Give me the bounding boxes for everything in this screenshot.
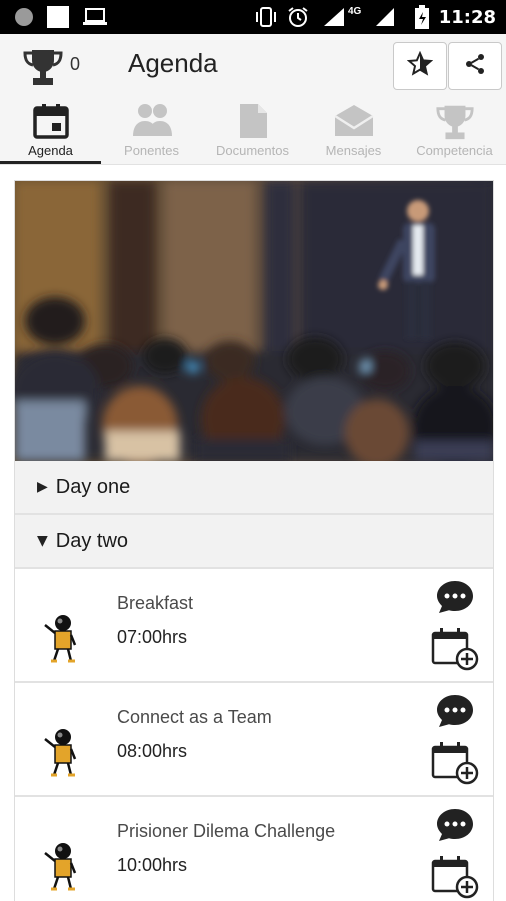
star-icon xyxy=(406,50,434,82)
chat-bubble-icon[interactable] xyxy=(435,693,475,734)
day-two-header[interactable]: ▼ Day two xyxy=(15,515,493,569)
tab-competencia[interactable]: Competencia xyxy=(404,96,505,162)
caret-down-icon: ▼ xyxy=(37,533,48,549)
agenda-content: ▶ Day one ▼ Day two Breakfast 07:00hrs C… xyxy=(14,180,494,901)
tab-label: Mensajes xyxy=(325,143,382,158)
status-bar: 4G 11:28 xyxy=(0,0,506,34)
tab-documentos[interactable]: Documentos xyxy=(202,96,303,162)
session-time: 08:00hrs xyxy=(117,741,188,761)
day-one-header[interactable]: ▶ Day one xyxy=(15,461,493,515)
session-title: Connect as a Team xyxy=(117,707,272,727)
people-icon xyxy=(132,104,172,136)
speaker-figure-icon xyxy=(41,727,81,784)
tab-label: Agenda xyxy=(28,143,73,158)
tab-agenda[interactable]: Agenda xyxy=(0,96,101,164)
add-to-calendar-icon[interactable] xyxy=(431,855,479,901)
tab-label: Competencia xyxy=(416,143,493,158)
trophy-icon xyxy=(435,105,474,140)
session-title: Breakfast xyxy=(117,593,194,613)
add-to-calendar-icon[interactable] xyxy=(431,627,479,676)
laptop-icon xyxy=(82,0,108,34)
day-label: Day one xyxy=(55,475,131,498)
clock-time: 11:28 xyxy=(438,6,496,28)
share-icon xyxy=(463,52,487,81)
notification-dot-icon xyxy=(14,0,34,34)
tab-ponentes[interactable]: Ponentes xyxy=(101,96,202,162)
speaker-figure-icon xyxy=(41,613,81,670)
alarm-icon xyxy=(286,0,310,34)
calendar-icon xyxy=(32,104,69,139)
signal-2-icon xyxy=(374,0,396,34)
session-time: 07:00hrs xyxy=(117,627,188,647)
speaker-figure-icon xyxy=(41,841,81,898)
trophy-icon[interactable] xyxy=(22,46,66,90)
notification-square-icon xyxy=(46,0,70,34)
tab-bar: Agenda Ponentes Documentos Mensajes Comp… xyxy=(0,96,506,165)
network-type: 4G xyxy=(348,5,362,17)
chat-bubble-icon[interactable] xyxy=(435,807,475,848)
tab-mensajes[interactable]: Mensajes xyxy=(303,96,404,162)
session-title: Prisioner Dilema Challenge xyxy=(117,821,336,841)
battery-icon xyxy=(414,0,430,34)
trophy-count: 0 xyxy=(70,54,81,74)
session-item[interactable]: Breakfast 07:00hrs xyxy=(15,569,493,683)
share-button[interactable] xyxy=(448,42,502,90)
vibrate-icon xyxy=(254,0,278,34)
session-item[interactable]: Connect as a Team 08:00hrs xyxy=(15,683,493,797)
chat-bubble-icon[interactable] xyxy=(435,579,475,620)
tab-label: Documentos xyxy=(216,143,289,158)
mail-icon xyxy=(333,105,374,136)
document-icon xyxy=(239,104,267,138)
session-time: 10:00hrs xyxy=(117,855,188,875)
add-to-calendar-icon[interactable] xyxy=(431,741,479,790)
caret-right-icon: ▶ xyxy=(37,479,48,495)
session-item[interactable]: Prisioner Dilema Challenge 10:00hrs xyxy=(15,797,493,901)
favorite-button[interactable] xyxy=(393,42,447,90)
day-label: Day two xyxy=(55,529,129,552)
event-hero-image xyxy=(15,181,493,461)
app-bar: 0 Agenda xyxy=(0,34,506,96)
signal-icon xyxy=(322,0,348,34)
page-title: Agenda xyxy=(128,48,218,78)
tab-label: Ponentes xyxy=(124,143,179,158)
